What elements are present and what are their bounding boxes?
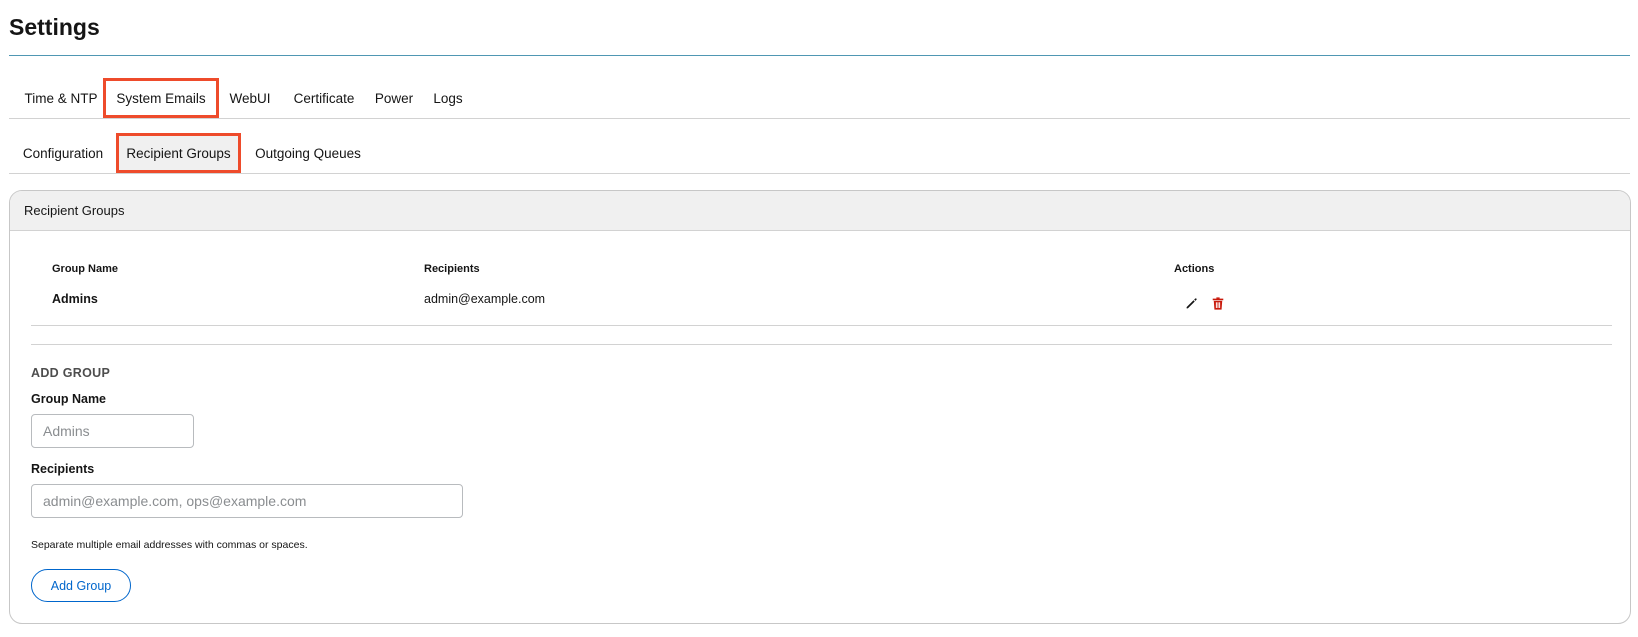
column-header-group-name: Group Name [52,263,119,275]
group-name-input[interactable] [31,414,194,448]
group-name-label: Group Name [31,392,107,406]
tab-webui[interactable]: WebUI [222,78,278,118]
tab-outgoing-queues[interactable]: Outgoing Queues [253,133,363,173]
recipients-label: Recipients [31,462,95,476]
settings-page: Settings Time & NTP System Emails WebUI … [0,0,1638,637]
tab-time-ntp[interactable]: Time & NTP [15,78,107,118]
title-divider [9,55,1630,56]
column-header-actions: Actions [1174,263,1215,275]
table-row-divider [31,325,1612,326]
recipients-helper-text: Separate multiple email addresses with c… [31,539,308,551]
tab-system-emails[interactable]: System Emails [103,78,219,118]
tab-configuration[interactable]: Configuration [17,133,109,173]
tab-power[interactable]: Power [369,78,419,118]
recipients-input[interactable] [31,484,463,518]
add-group-heading: ADD GROUP [31,366,111,380]
primary-tabs: Time & NTP System Emails WebUI Certifica… [9,78,1630,119]
pencil-icon[interactable] [1183,295,1199,311]
tab-logs[interactable]: Logs [425,78,471,118]
tab-recipient-groups[interactable]: Recipient Groups [116,133,241,173]
row-recipients: admin@example.com [424,292,546,306]
add-group-button[interactable]: Add Group [31,569,131,602]
recipient-groups-card: Recipient Groups Group Name Recipients A… [9,190,1631,624]
card-title: Recipient Groups [10,191,1630,231]
column-header-recipients: Recipients [424,263,480,275]
section-divider [31,344,1612,345]
page-title: Settings [9,14,100,40]
row-group-name: Admins [52,292,98,306]
secondary-tabs: Configuration Recipient Groups Outgoing … [9,133,1630,174]
trash-icon[interactable] [1210,295,1226,311]
tab-certificate[interactable]: Certificate [287,78,361,118]
